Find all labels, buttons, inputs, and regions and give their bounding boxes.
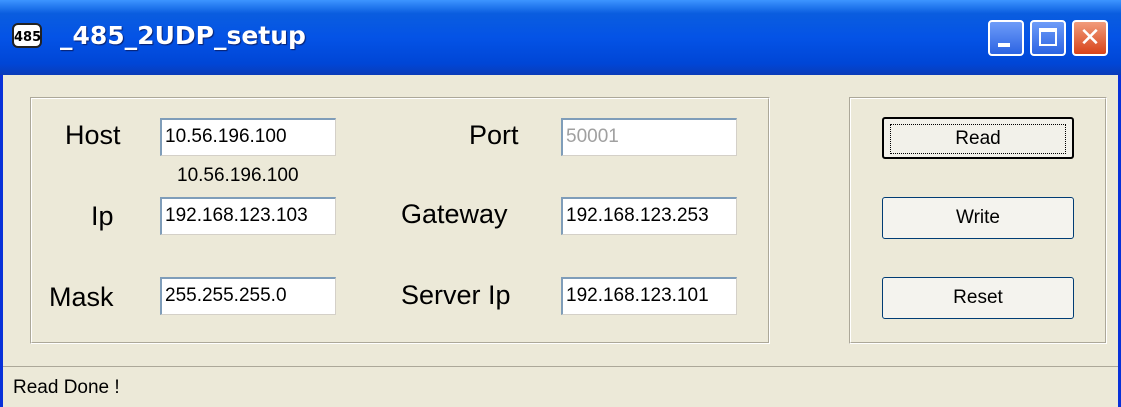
main-window: 485 _485_2UDP_setup ✕ Host 10.56.196.100… <box>0 0 1121 407</box>
host-resolved-text: 10.56.196.100 <box>177 165 299 186</box>
read-button-label: Read <box>890 124 1066 154</box>
minimize-button[interactable] <box>988 20 1024 56</box>
maximize-icon <box>1039 28 1057 46</box>
ip-label: Ip <box>91 201 114 231</box>
read-button[interactable]: Read <box>882 117 1074 159</box>
close-button[interactable]: ✕ <box>1072 20 1108 56</box>
mask-field[interactable]: 255.255.255.0 <box>160 277 336 315</box>
write-button[interactable]: Write <box>882 197 1074 239</box>
host-label: Host <box>65 120 121 150</box>
status-bar: Read Done ! <box>3 366 1118 407</box>
host-field[interactable]: 10.56.196.100 <box>160 118 336 156</box>
reset-button[interactable]: Reset <box>882 277 1074 319</box>
window-title: _485_2UDP_setup <box>60 21 306 50</box>
gateway-field[interactable]: 192.168.123.253 <box>561 197 737 235</box>
ip-field[interactable]: 192.168.123.103 <box>160 197 336 235</box>
mask-label: Mask <box>49 282 114 312</box>
app-icon: 485 <box>12 23 42 48</box>
port-field: 50001 <box>561 118 737 156</box>
status-text: Read Done ! <box>13 377 120 398</box>
close-icon: ✕ <box>1079 23 1101 53</box>
server-ip-label: Server Ip <box>401 280 511 310</box>
maximize-button[interactable] <box>1030 20 1066 56</box>
minimize-icon <box>998 43 1010 47</box>
gateway-label: Gateway <box>401 199 508 229</box>
server-ip-field[interactable]: 192.168.123.101 <box>561 277 737 315</box>
title-bar[interactable]: 485 _485_2UDP_setup ✕ <box>0 0 1121 75</box>
port-label: Port <box>469 120 519 150</box>
